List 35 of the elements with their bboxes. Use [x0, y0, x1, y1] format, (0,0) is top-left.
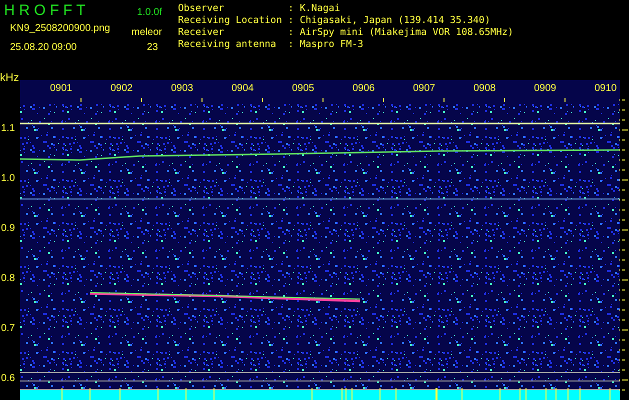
x-axis-label: 0906: [352, 83, 375, 94]
info-label: Observer: [178, 3, 226, 15]
x-axis-label: 0910: [594, 83, 617, 94]
meteor-count: 23: [146, 42, 159, 53]
x-axis-label: 0904: [232, 83, 254, 94]
y-axis-label: 1.1: [1, 123, 15, 134]
info-label: Receiver: [178, 27, 226, 39]
x-axis-label: 0901: [50, 83, 72, 94]
info-value: AirSpy mini (Miakejima VOR 108.65MHz): [300, 27, 514, 39]
info-separator: :: [288, 3, 294, 15]
info-separator: :: [288, 39, 294, 51]
info-value: Maspro FM-3: [300, 39, 364, 51]
info-value: Chigasaki, Japan (139.414 35.340): [300, 15, 492, 27]
date-time: 25.08.20 09:00: [10, 42, 77, 53]
x-axis-label: 0902: [110, 83, 133, 94]
version-label: 1.0.0f: [136, 7, 162, 18]
x-axis-label: 0907: [413, 83, 436, 94]
y-axis-label: 0.7: [1, 323, 15, 334]
meteor-count-label: meleor: [131, 27, 162, 38]
info-separator: :: [288, 15, 294, 27]
info-label: Receiving Location: [178, 15, 282, 27]
info-value: K.Nagai: [300, 3, 342, 15]
axis-unit: kHz: [0, 72, 19, 84]
y-axis-label: 0.8: [1, 273, 15, 284]
info-label: Receiving antenna: [178, 39, 278, 51]
x-axis-label: 0909: [534, 83, 556, 94]
y-axis-label: 1.0: [1, 173, 15, 184]
y-axis-label: 0.9: [1, 223, 15, 234]
info-separator: :: [288, 27, 294, 39]
app-title: H R O F F T: [4, 2, 86, 19]
x-axis-label: 0905: [292, 83, 314, 94]
x-axis-label: 0903: [171, 83, 194, 94]
x-axis-label: 0908: [474, 83, 496, 94]
file-name: KN9_2508200900.png: [10, 23, 110, 36]
y-axis-label: 0.6: [1, 373, 15, 384]
